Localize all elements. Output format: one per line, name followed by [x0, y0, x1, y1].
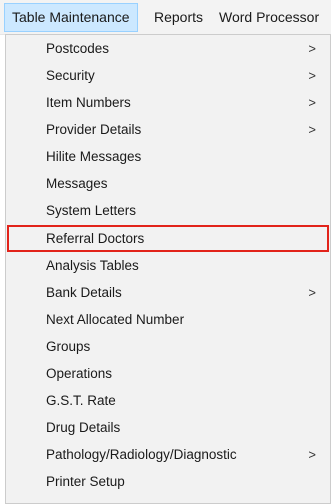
menu-item-hilite-messages[interactable]: Hilite Messages	[6, 143, 330, 170]
menu-item-label: Postcodes	[46, 41, 110, 56]
menu-item-label: Provider Details	[46, 122, 142, 137]
menu-item-label: Drug Details	[46, 420, 121, 435]
menu-item-printer-setup[interactable]: Printer Setup	[6, 468, 330, 495]
menu-item-label: Pathology/Radiology/Diagnostic	[46, 447, 237, 462]
menu-item-label: Operations	[46, 366, 113, 381]
chevron-right-icon: >	[308, 447, 316, 462]
menu-item-label: Referral Doctors	[46, 231, 145, 246]
menu-item-label: Printer Setup	[46, 474, 125, 489]
menu-item-groups[interactable]: Groups	[6, 333, 330, 360]
menu-item-item-numbers[interactable]: Item Numbers >	[6, 89, 330, 116]
menu-word-processor[interactable]: Word Processor	[212, 3, 326, 32]
menu-item-security[interactable]: Security >	[6, 62, 330, 89]
chevron-right-icon: >	[308, 68, 316, 83]
menu-item-provider-details[interactable]: Provider Details >	[6, 116, 330, 143]
menu-item-label: Bank Details	[46, 285, 122, 300]
menu-bar: Table Maintenance Reports Word Processor	[0, 0, 331, 35]
menu-item-label: Security	[46, 68, 95, 83]
menu-item-label: Groups	[46, 339, 91, 354]
menu-item-next-allocated-number[interactable]: Next Allocated Number	[6, 306, 330, 333]
menu-item-label: Hilite Messages	[46, 149, 142, 164]
menu-item-label: Next Allocated Number	[46, 312, 185, 327]
chevron-right-icon: >	[308, 285, 316, 300]
chevron-right-icon: >	[308, 122, 316, 137]
menu-item-drug-details[interactable]: Drug Details	[6, 414, 330, 441]
chevron-right-icon: >	[308, 95, 316, 110]
table-maintenance-dropdown: Postcodes > Security > Item Numbers > Pr…	[5, 34, 331, 504]
menu-item-system-letters[interactable]: System Letters	[6, 197, 330, 224]
menu-item-label: Messages	[46, 176, 108, 191]
menu-item-gst-rate[interactable]: G.S.T. Rate	[6, 387, 330, 414]
menu-item-postcodes[interactable]: Postcodes >	[6, 35, 330, 62]
chevron-right-icon: >	[308, 41, 316, 56]
menu-item-label: G.S.T. Rate	[46, 393, 116, 408]
menu-item-operations[interactable]: Operations	[6, 360, 330, 387]
menu-reports[interactable]: Reports	[147, 3, 210, 32]
menu-item-bank-details[interactable]: Bank Details >	[6, 279, 330, 306]
menu-item-analysis-tables[interactable]: Analysis Tables	[6, 252, 330, 279]
menu-item-label: Item Numbers	[46, 95, 131, 110]
menu-item-label: System Letters	[46, 203, 137, 218]
menu-item-referral-doctors[interactable]: Referral Doctors	[6, 225, 330, 252]
menu-item-label: Analysis Tables	[46, 258, 139, 273]
menu-item-messages[interactable]: Messages	[6, 170, 330, 197]
menu-item-pathology-radiology-diagnostic[interactable]: Pathology/Radiology/Diagnostic >	[6, 441, 330, 468]
menu-table-maintenance[interactable]: Table Maintenance	[4, 3, 138, 32]
